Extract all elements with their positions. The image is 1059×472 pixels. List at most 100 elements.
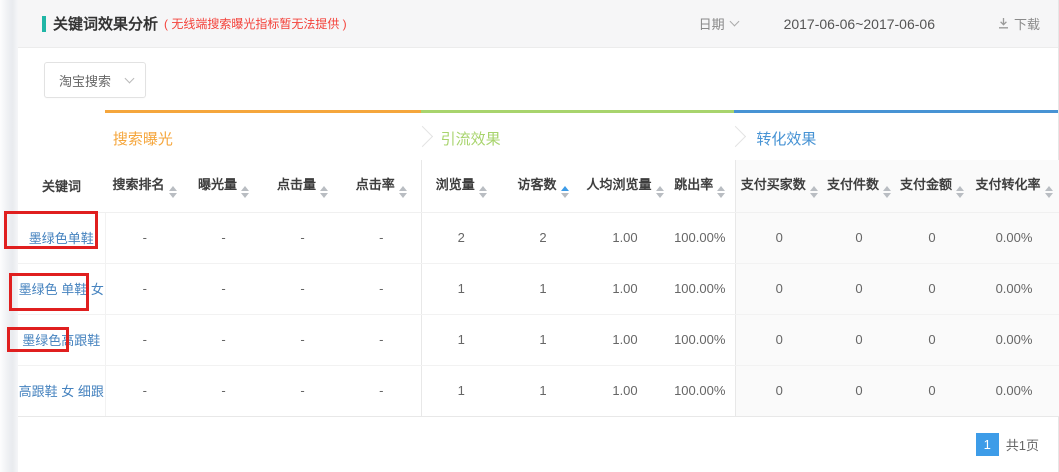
col-header-bounce-rate[interactable]: 跳出率 [665,160,735,212]
table-row: 墨绿色 单鞋 女 - - - - 1 1 1.00 100.00% 0 0 0 … [18,263,1059,314]
cell: - [105,314,184,365]
chevron-down-icon [729,17,739,27]
table-group-header: 搜索曝光 引流效果 转化效果 [18,110,1058,160]
col-header-search-rank[interactable]: 搜索排名 [105,160,184,212]
col-header-avg-pageviews[interactable]: 人均浏览量 [585,160,665,212]
cell: 1.00 [585,212,665,263]
annotation-red-box-row3 [7,327,69,352]
col-header-paid-amount[interactable]: 支付金额 [895,160,969,212]
cell: 1 [501,314,585,365]
sort-icon [169,186,177,198]
cell: - [184,263,263,314]
group-conversion-effect: 转化效果 [734,110,1058,160]
sort-icon [956,186,964,198]
col-header-clicks[interactable]: 点击量 [263,160,342,212]
col-header-visitors[interactable]: 访客数 [501,160,585,212]
filter-row: 淘宝搜索 [18,48,1058,110]
cell: 0 [895,365,969,416]
cell: 1 [421,263,501,314]
sort-icon [810,186,818,198]
cell: - [342,212,421,263]
pagination-page-1[interactable]: 1 [976,433,999,456]
channel-select-value: 淘宝搜索 [59,71,111,90]
date-range-value[interactable]: 2017-06-06~2017-06-06 [784,16,935,32]
col-header-paying-buyers[interactable]: 支付买家数 [735,160,823,212]
keyword-table: 关键词 搜索排名 曝光量 点击量 点击率 浏览量 访客数 人均浏览量 跳出率 支… [18,160,1059,417]
cell: - [342,263,421,314]
cell: 0 [895,263,969,314]
sort-icon [320,186,328,198]
pagination-total: 共1页 [1006,435,1039,454]
page-title: 关键词效果分析 [53,13,158,34]
group-spacer [18,110,105,160]
cell: 0.00% [969,314,1059,365]
group-label: 搜索曝光 [113,113,173,149]
cell: 2 [421,212,501,263]
keyword-analysis-panel: 关键词效果分析 ( 无线端搜索曝光指标暂无法提供 ) 日期 2017-06-06… [18,0,1059,472]
chevron-down-icon [125,74,135,84]
group-label: 引流效果 [441,113,501,149]
sort-icon [717,186,725,198]
col-header-ctr[interactable]: 点击率 [342,160,421,212]
group-search-exposure: 搜索曝光 [105,110,421,160]
cell: - [263,263,342,314]
col-header-paid-items[interactable]: 支付件数 [823,160,895,212]
date-dropdown[interactable]: 日期 [699,14,738,33]
cell: 0 [735,314,823,365]
cell: 1 [421,314,501,365]
cell: - [342,314,421,365]
sort-icon [241,186,249,198]
date-dropdown-label: 日期 [699,14,725,33]
cell: 0.00% [969,263,1059,314]
cell: - [105,365,184,416]
table-row: 墨绿色高跟鞋 - - - - 1 1 1.00 100.00% 0 0 0 0.… [18,314,1059,365]
group-label: 转化效果 [756,113,816,149]
cell: 0 [895,212,969,263]
sort-icon [1045,186,1053,198]
panel-header: 关键词效果分析 ( 无线端搜索曝光指标暂无法提供 ) 日期 2017-06-06… [18,0,1058,48]
sort-icon [656,186,664,198]
cell: 100.00% [665,365,735,416]
table-header-row: 关键词 搜索排名 曝光量 点击量 点击率 浏览量 访客数 人均浏览量 跳出率 支… [18,160,1059,212]
download-button[interactable]: 下载 [997,14,1040,33]
cell: 0 [823,314,895,365]
title-accent-bar [42,16,46,32]
cell: 0.00% [969,212,1059,263]
cell: 0 [735,212,823,263]
channel-select[interactable]: 淘宝搜索 [44,62,146,98]
col-header-exposure[interactable]: 曝光量 [184,160,263,212]
cell: - [184,365,263,416]
annotation-red-box-row2 [9,273,89,311]
cell: 0 [823,212,895,263]
cell: 2 [501,212,585,263]
sort-icon [883,186,891,198]
cell: 0.00% [969,365,1059,416]
cell: - [184,314,263,365]
cell: 0 [735,263,823,314]
col-header-pageviews[interactable]: 浏览量 [421,160,501,212]
cell: 0 [823,263,895,314]
cell: 1 [501,365,585,416]
cell: - [263,365,342,416]
annotation-red-box-row1 [4,211,98,249]
cell: - [263,212,342,263]
cell: 100.00% [665,212,735,263]
header-note: ( 无线端搜索曝光指标暂无法提供 ) [164,15,347,32]
cell: 1 [421,365,501,416]
table-row: 墨绿色单鞋 - - - - 2 2 1.00 100.00% 0 0 0 0.0… [18,212,1059,263]
cell: 0 [823,365,895,416]
cell: 1 [501,263,585,314]
cell: 1.00 [585,263,665,314]
cell: 0 [895,314,969,365]
table-zone: 搜索曝光 引流效果 转化效果 关键词 搜索排名 曝光量 [18,110,1058,472]
keyword-link[interactable]: 高跟鞋 女 细跟 [19,384,104,399]
download-icon [997,17,1010,30]
download-label: 下载 [1014,14,1040,33]
sort-icon-active-asc [561,186,569,198]
cell: 100.00% [665,314,735,365]
cell: - [342,365,421,416]
col-header-keyword: 关键词 [18,160,105,212]
cell: 100.00% [665,263,735,314]
col-header-conversion-rate[interactable]: 支付转化率 [969,160,1059,212]
keyword-cell: 高跟鞋 女 细跟 [18,365,105,416]
